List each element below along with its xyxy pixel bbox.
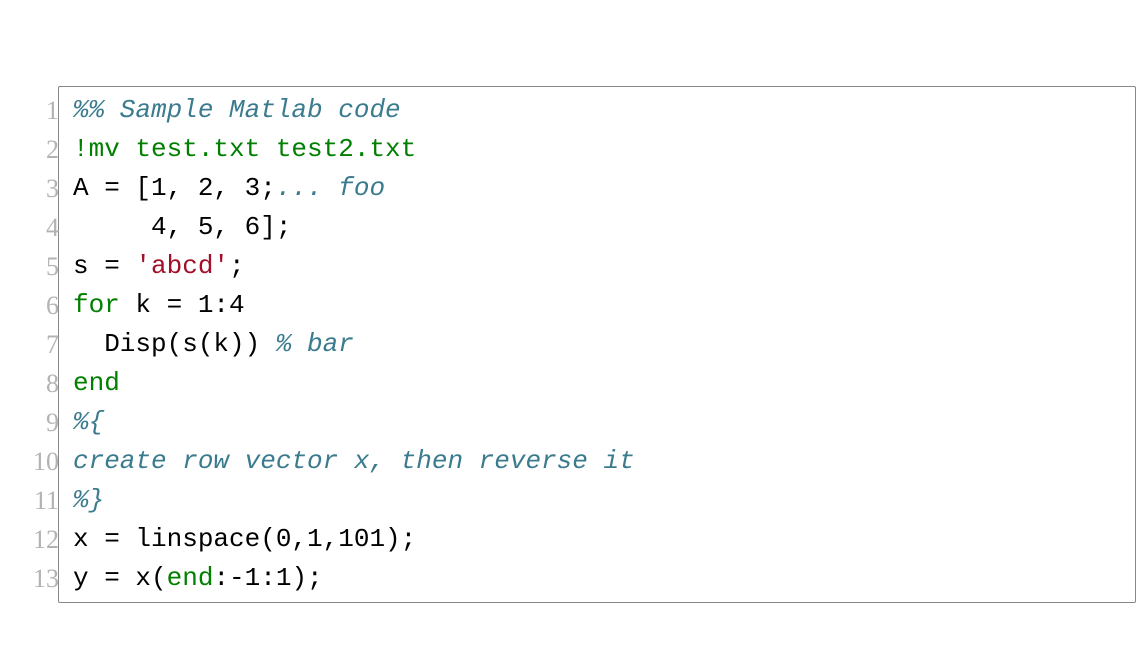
code-line: 13y = x(end:-1:1); bbox=[73, 559, 1135, 598]
code-token-comment: create row vector x, then reverse it bbox=[73, 446, 635, 476]
line-number: 7 bbox=[15, 325, 59, 364]
code-line: 12x = linspace(0,1,101); bbox=[73, 520, 1135, 559]
line-number: 12 bbox=[15, 520, 59, 559]
code-line: 4 4, 5, 6]; bbox=[73, 208, 1135, 247]
code-token-default: A = [1, 2, 3; bbox=[73, 173, 276, 203]
code-token-default: :-1:1); bbox=[213, 563, 322, 593]
code-token-comment: %} bbox=[73, 485, 104, 515]
code-token-comment: %{ bbox=[73, 407, 104, 437]
line-number: 1 bbox=[15, 91, 59, 130]
line-number: 5 bbox=[15, 247, 59, 286]
code-token-string: 'abcd' bbox=[135, 251, 229, 281]
code-token-default: 4, 5, 6]; bbox=[73, 212, 291, 242]
code-line: 1%% Sample Matlab code bbox=[73, 91, 1135, 130]
code-token-keyword: for bbox=[73, 290, 120, 320]
line-number: 9 bbox=[15, 403, 59, 442]
code-token-default: k = 1:4 bbox=[120, 290, 245, 320]
line-number: 2 bbox=[15, 130, 59, 169]
code-frame: 1%% Sample Matlab code2!mv test.txt test… bbox=[58, 86, 1136, 603]
line-number: 3 bbox=[15, 169, 59, 208]
code-listing: 1%% Sample Matlab code2!mv test.txt test… bbox=[0, 0, 1136, 648]
code-line: 3A = [1, 2, 3;... foo bbox=[73, 169, 1135, 208]
code-token-keyword: end bbox=[167, 563, 214, 593]
code-line: 10create row vector x, then reverse it bbox=[73, 442, 1135, 481]
line-number: 10 bbox=[15, 442, 59, 481]
code-line: 6for k = 1:4 bbox=[73, 286, 1135, 325]
line-number: 4 bbox=[15, 208, 59, 247]
code-token-comment: % bar bbox=[276, 329, 354, 359]
code-line: 11%} bbox=[73, 481, 1135, 520]
code-token-comment: ... foo bbox=[276, 173, 385, 203]
line-number: 11 bbox=[15, 481, 59, 520]
code-line: 7 Disp(s(k)) % bar bbox=[73, 325, 1135, 364]
code-token-default: y = x( bbox=[73, 563, 167, 593]
code-line: 8end bbox=[73, 364, 1135, 403]
line-number: 13 bbox=[15, 559, 59, 598]
code-token-comment: %% Sample Matlab code bbox=[73, 95, 401, 125]
code-token-default: s = bbox=[73, 251, 135, 281]
code-token-keyword: end bbox=[73, 368, 120, 398]
line-number: 6 bbox=[15, 286, 59, 325]
code-line: 2!mv test.txt test2.txt bbox=[73, 130, 1135, 169]
code-line: 5s = 'abcd'; bbox=[73, 247, 1135, 286]
code-line: 9%{ bbox=[73, 403, 1135, 442]
code-token-keyword: !mv test.txt test2.txt bbox=[73, 134, 416, 164]
line-number: 8 bbox=[15, 364, 59, 403]
code-token-default: Disp(s(k)) bbox=[73, 329, 276, 359]
code-token-default: ; bbox=[229, 251, 245, 281]
